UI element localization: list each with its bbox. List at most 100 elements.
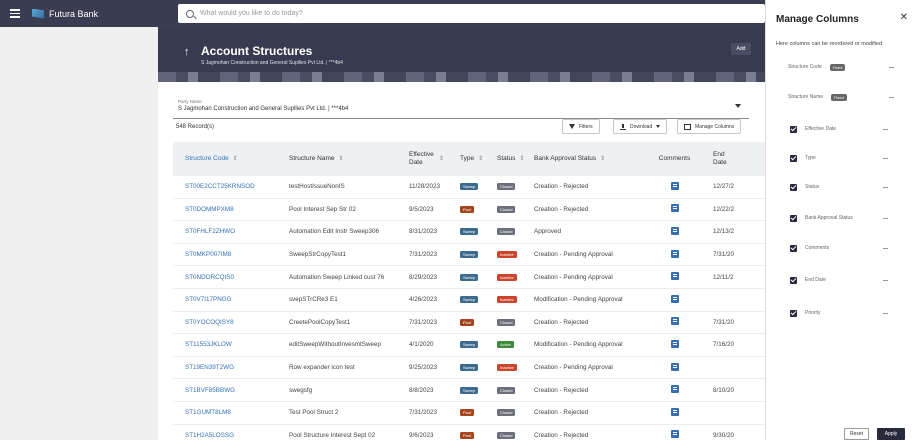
comment-icon[interactable] [670,317,679,326]
column-option[interactable]: End Date [790,275,910,285]
party-name-select[interactable]: Party Name S Jagmohan Construction and G… [173,95,749,119]
filters-button[interactable]: Filters [562,119,600,134]
column-option-label: Status [805,184,820,190]
drag-handle-icon[interactable] [883,217,888,219]
table-row[interactable]: ST0YOCOQISY8 CreetePoolCopyTest1 7/31/2023… [173,312,765,335]
comments-cell [648,204,701,214]
search-input[interactable]: What would you like to do today? [178,4,765,23]
column-option[interactable]: Effective Date [790,124,910,134]
structure-name-cell: swegsfg [289,386,313,394]
structure-code-link[interactable]: ST0NDORCQIS0 [173,274,277,281]
drag-handle-icon[interactable] [889,66,894,68]
comment-icon[interactable] [670,430,679,439]
table-row[interactable]: ST0V7I17PNGG svepSTrCRe3 E1 4/26/2023 Sweep… [173,289,765,312]
structure-name-cell: Automation Sweep Linked cust 76 [289,273,385,281]
type-badge: Pool [460,409,475,417]
column-option[interactable]: Structure Code Fixed [788,62,908,72]
column-header-status[interactable]: Status ⇕ [485,155,524,163]
checkbox[interactable] [790,154,797,162]
table-row[interactable]: ST1GUMT8LM8 Test Pool Struct 2 7/31/2023 Po… [173,402,765,425]
checkbox[interactable] [790,214,797,222]
table-row[interactable]: ST0MKP007IM8 SweepStrCopyTest1 7/31/2023 Sw… [173,244,765,267]
sort-icon[interactable]: ⇕ [339,155,344,163]
structure-code-link[interactable]: ST1BVF85BBWG [173,387,277,394]
column-header-structure-name[interactable]: Structure Name ⇕ [277,155,397,163]
checkbox[interactable] [790,309,797,317]
type-cell: Pool [448,409,485,417]
structure-code-link[interactable]: ST19EN39T2WG [173,364,277,371]
reset-button[interactable]: Reset [844,428,869,440]
structure-code-link[interactable]: ST0DOMMPXM8 [173,206,277,213]
column-option[interactable]: Bank Approval Status [790,213,910,223]
table-row[interactable]: ST00E2CCT25KRNSOD testHostIssueNonIS 11/28… [173,176,765,199]
drag-handle-icon[interactable] [883,247,888,249]
comment-icon[interactable] [670,204,679,213]
column-option[interactable]: Status [790,182,910,192]
download-button[interactable]: Download [613,119,668,134]
structure-code-link[interactable]: ST0V7I17PNGG [173,296,277,303]
sort-icon[interactable]: ⇕ [439,155,444,163]
column-option[interactable]: Priority [790,308,910,318]
column-header-type[interactable]: Type ⇕ [448,155,485,163]
structure-code-link[interactable]: ST0FHLF2ZHWO [173,228,277,235]
structure-code-link[interactable]: ST1GUMT8LM8 [173,409,277,416]
structure-code-link[interactable]: ST00E2CCT25KRNSOD [173,183,277,190]
status-badge: Closed [497,183,516,191]
effective-date-cell: 4/26/2023 [409,296,438,304]
checkbox[interactable] [790,183,797,191]
drag-handle-icon[interactable] [883,312,888,314]
table-row[interactable]: ST19EN39T2WG Row expander icon test 9/25/2… [173,357,765,380]
structure-name-cell: Test Pool Struct 2 [289,409,339,417]
effective-date-cell: 8/31/2023 [409,228,438,236]
drag-handle-icon[interactable] [889,96,894,98]
table-row[interactable]: ST0NDORCQIS0 Automation Sweep Linked cust… [173,266,765,289]
drag-handle-icon[interactable] [883,157,888,159]
comment-icon[interactable] [670,294,679,303]
comment-icon[interactable] [670,385,679,394]
comment-icon[interactable] [670,272,679,281]
column-option[interactable]: Comments [790,243,910,253]
column-option[interactable]: Type [790,153,910,163]
drag-handle-icon[interactable] [883,186,888,188]
hamburger-menu-icon[interactable] [10,5,28,23]
apply-button[interactable]: Apply [877,428,905,440]
structure-code-link[interactable]: ST11553JKLOW [173,341,277,348]
table-row[interactable]: ST1H2A5LOSSG Pool Structure Interest Sept… [173,425,765,440]
comment-icon[interactable] [670,362,679,371]
sort-icon[interactable]: ⇕ [600,155,605,163]
add-button[interactable]: Add [731,43,751,55]
page-header: ↑ Account Structures S Jagmohan Construc… [158,27,765,82]
back-arrow-icon[interactable]: ↑ [184,46,190,58]
comment-icon[interactable] [670,407,679,416]
column-header-bank-approval-status[interactable]: Bank Approval Status ⇕ [522,155,648,163]
table-row[interactable]: ST0DOMMPXM8 Pool Interest Sep Str 02 9/5/2… [173,199,765,222]
sort-icon[interactable]: ⇕ [233,155,238,163]
comment-icon[interactable] [670,339,679,348]
checkbox[interactable] [790,276,797,284]
sort-icon[interactable]: ⇕ [478,155,483,163]
close-icon[interactable]: ✕ [900,12,908,23]
comments-cell [648,385,701,395]
table-row[interactable]: ST11553JKLOW editSweepWithoutInvesmtSweep… [173,334,765,357]
table-row[interactable]: ST0FHLF2ZHWO Automation Edit Instr Sweep3… [173,221,765,244]
manage-columns-label: Manage Columns [695,123,735,130]
checkbox[interactable] [790,244,797,252]
structure-code-link[interactable]: ST1H2A5LOSSG [173,432,277,439]
table-header: Structure Code ⇕ Structure Name ⇕ Effectiv… [173,142,765,176]
comment-icon[interactable] [670,249,679,258]
column-option[interactable]: Structure Name Fixed [788,92,908,102]
structure-code-link[interactable]: ST0YOCOQISY8 [173,319,277,326]
structure-code-link[interactable]: ST0MKP007IM8 [173,251,277,258]
column-header-end-date: End Date [701,151,765,167]
column-header-structure-code[interactable]: Structure Code ⇕ [173,155,277,163]
column-header-effective-date[interactable]: Effective Date ⇕ [397,151,448,167]
status-cell: Closed [485,183,522,191]
drag-handle-icon[interactable] [883,128,888,130]
checkbox[interactable] [790,125,797,133]
comment-icon[interactable] [670,181,679,190]
comment-icon[interactable] [670,226,679,235]
manage-columns-button[interactable]: Manage Columns [677,119,742,134]
table-row[interactable]: ST1BVF85BBWG swegsfg 8/8/2023 Sweep Closed Cr… [173,379,765,402]
drag-handle-icon[interactable] [883,279,888,281]
brand-logo[interactable]: Futura Bank [32,8,98,19]
